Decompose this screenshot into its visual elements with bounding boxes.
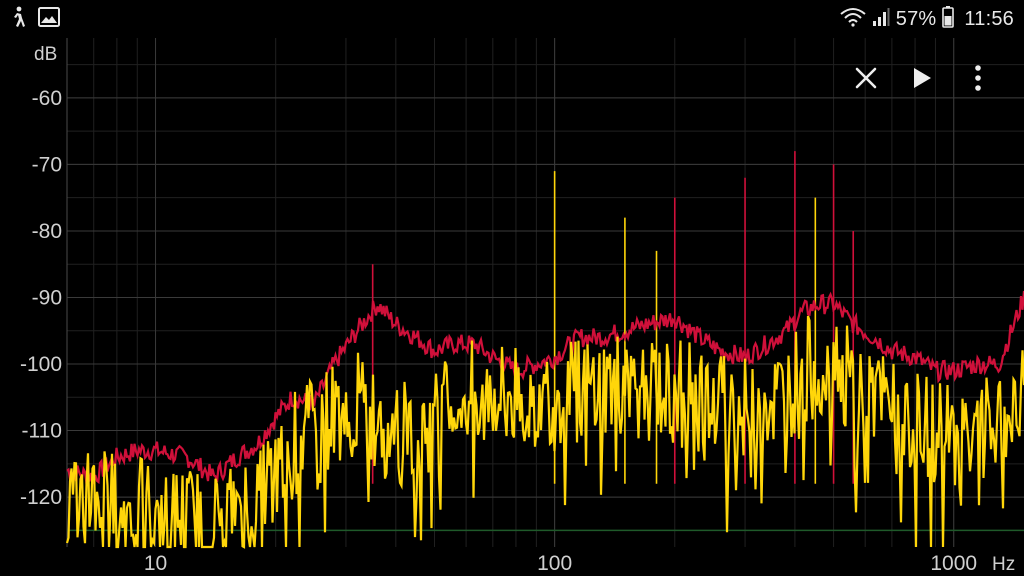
play-button[interactable]	[894, 58, 950, 98]
status-bar: 57% 11:56	[0, 0, 1024, 38]
walking-icon	[8, 6, 28, 33]
toolbar	[838, 58, 1006, 98]
x-tick-label: 10	[144, 552, 167, 575]
x-tick-label: 1000	[930, 552, 977, 575]
x-axis-unit-label: Hz	[992, 554, 1015, 575]
close-icon	[855, 67, 877, 89]
y-axis-labels: -60 -70 -80 -90 -100 -110 -120	[20, 87, 62, 509]
more-vert-icon	[975, 65, 981, 91]
x-axis-labels: 10 100 1000	[144, 552, 977, 575]
spike-markers	[371, 151, 855, 484]
wifi-icon	[840, 7, 866, 32]
clock: 11:56	[964, 7, 1014, 30]
y-axis-unit-label: dB	[34, 44, 57, 65]
status-right-icons: 57% 11:56	[840, 5, 1014, 33]
x-tick-label: 100	[537, 552, 572, 575]
spectrum-analyzer-screen: -60 -70 -80 -90 -100 -110 -120 10 100 1000 dB Hz	[0, 0, 1024, 576]
signal-icon	[872, 7, 890, 32]
close-button[interactable]	[838, 58, 894, 98]
live-spectrum-trace	[65, 315, 1024, 549]
more-options-button[interactable]	[950, 58, 1006, 98]
status-left-icons	[8, 6, 60, 32]
y-tick-label: -110	[22, 420, 62, 443]
battery-percent: 57%	[895, 7, 937, 30]
y-tick-label: -80	[32, 220, 62, 243]
image-icon	[38, 6, 60, 32]
y-tick-label: -120	[20, 486, 62, 509]
battery-icon	[942, 5, 955, 33]
y-tick-label: -60	[32, 87, 62, 110]
y-tick-label: -90	[32, 286, 62, 309]
y-tick-label: -100	[20, 353, 62, 376]
play-icon	[914, 68, 931, 88]
y-tick-label: -70	[32, 153, 62, 176]
